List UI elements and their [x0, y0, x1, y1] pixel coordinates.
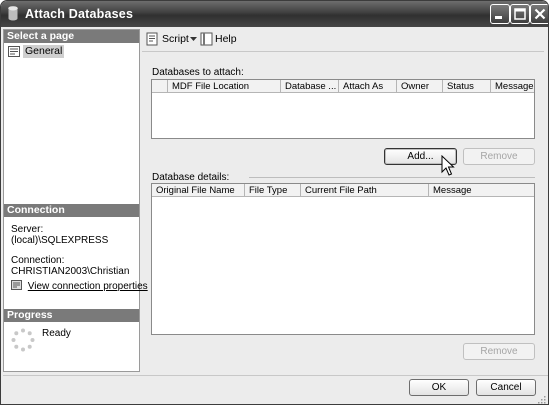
database-icon: [8, 6, 18, 21]
cancel-button[interactable]: Cancel: [476, 379, 536, 396]
footer-divider: [3, 375, 548, 376]
ok-button-label: OK: [431, 382, 447, 393]
remove-database-label: Remove: [480, 151, 518, 162]
mouse-cursor-icon: [441, 155, 455, 176]
sidebar: Select a page General Connection Server:…: [3, 29, 148, 372]
column-header[interactable]: Original File Name: [152, 184, 244, 197]
help-icon: [200, 32, 213, 46]
help-label: Help: [215, 33, 237, 45]
close-icon: [534, 8, 546, 20]
connection-info: Server: (local)\SQLEXPRESS Connection: C…: [11, 224, 129, 277]
ok-button[interactable]: OK: [409, 379, 469, 396]
select-page-header: Select a page: [4, 30, 139, 43]
attach-databases-dialog: Attach Databases Select a page General C…: [0, 0, 549, 405]
remove-database-button[interactable]: Remove: [463, 148, 535, 165]
properties-icon: [11, 280, 22, 290]
view-connection-properties-label: View connection properties: [27, 281, 148, 292]
row-selector-column: [152, 80, 167, 93]
databases-to-attach-label: Databases to attach:: [152, 67, 244, 78]
maximize-icon: [514, 8, 526, 20]
column-header[interactable]: Owner: [396, 80, 442, 93]
connection-value: CHRISTIAN2003\Christian: [11, 266, 130, 277]
details-grid-header: Original File Name File Type Current Fil…: [152, 184, 534, 197]
details-divider: [249, 177, 535, 178]
progress-spinner-icon: [11, 328, 35, 352]
column-header[interactable]: Attach As: [338, 80, 396, 93]
script-icon: [146, 32, 158, 46]
column-header[interactable]: Current File Path: [300, 184, 428, 197]
remove-details-button[interactable]: Remove: [463, 343, 535, 360]
connection-label: Connection:: [11, 255, 65, 266]
column-header[interactable]: MDF File Location: [167, 80, 280, 93]
column-header[interactable]: Message: [428, 184, 534, 197]
resize-grip-icon[interactable]: [536, 394, 546, 404]
column-header[interactable]: File Type: [244, 184, 300, 197]
progress-header: Progress: [4, 309, 139, 322]
window-title: Attach Databases: [25, 7, 134, 21]
databases-to-attach-grid[interactable]: MDF File Location Database ... Attach As…: [151, 79, 535, 139]
close-button[interactable]: [530, 4, 548, 24]
add-button-label: Add...: [407, 151, 434, 162]
minimize-icon: [495, 16, 502, 19]
sidebar-item-label: General: [23, 45, 65, 58]
connection-header: Connection: [4, 204, 139, 217]
server-label: Server:: [11, 224, 44, 235]
dropdown-arrow-icon: [190, 37, 197, 41]
column-header[interactable]: Status: [442, 80, 490, 93]
column-header[interactable]: Message: [490, 80, 534, 93]
server-value: (local)\SQLEXPRESS: [11, 235, 109, 246]
cancel-button-label: Cancel: [490, 382, 522, 393]
database-details-grid[interactable]: Original File Name File Type Current Fil…: [151, 183, 535, 335]
view-connection-properties-link[interactable]: View connection properties: [11, 280, 148, 292]
remove-details-label: Remove: [480, 346, 518, 357]
title-bar[interactable]: Attach Databases: [1, 1, 548, 27]
minimize-button[interactable]: [490, 4, 510, 24]
attach-grid-header: MDF File Location Database ... Attach As…: [152, 80, 534, 93]
progress-status: Ready: [42, 328, 71, 339]
database-details-label: Database details:: [152, 172, 230, 183]
maximize-button[interactable]: [510, 4, 530, 24]
page-icon: [8, 46, 20, 57]
script-label: Script: [162, 33, 189, 45]
toolbar-divider: [142, 51, 544, 52]
column-header[interactable]: Database ...: [280, 80, 338, 93]
